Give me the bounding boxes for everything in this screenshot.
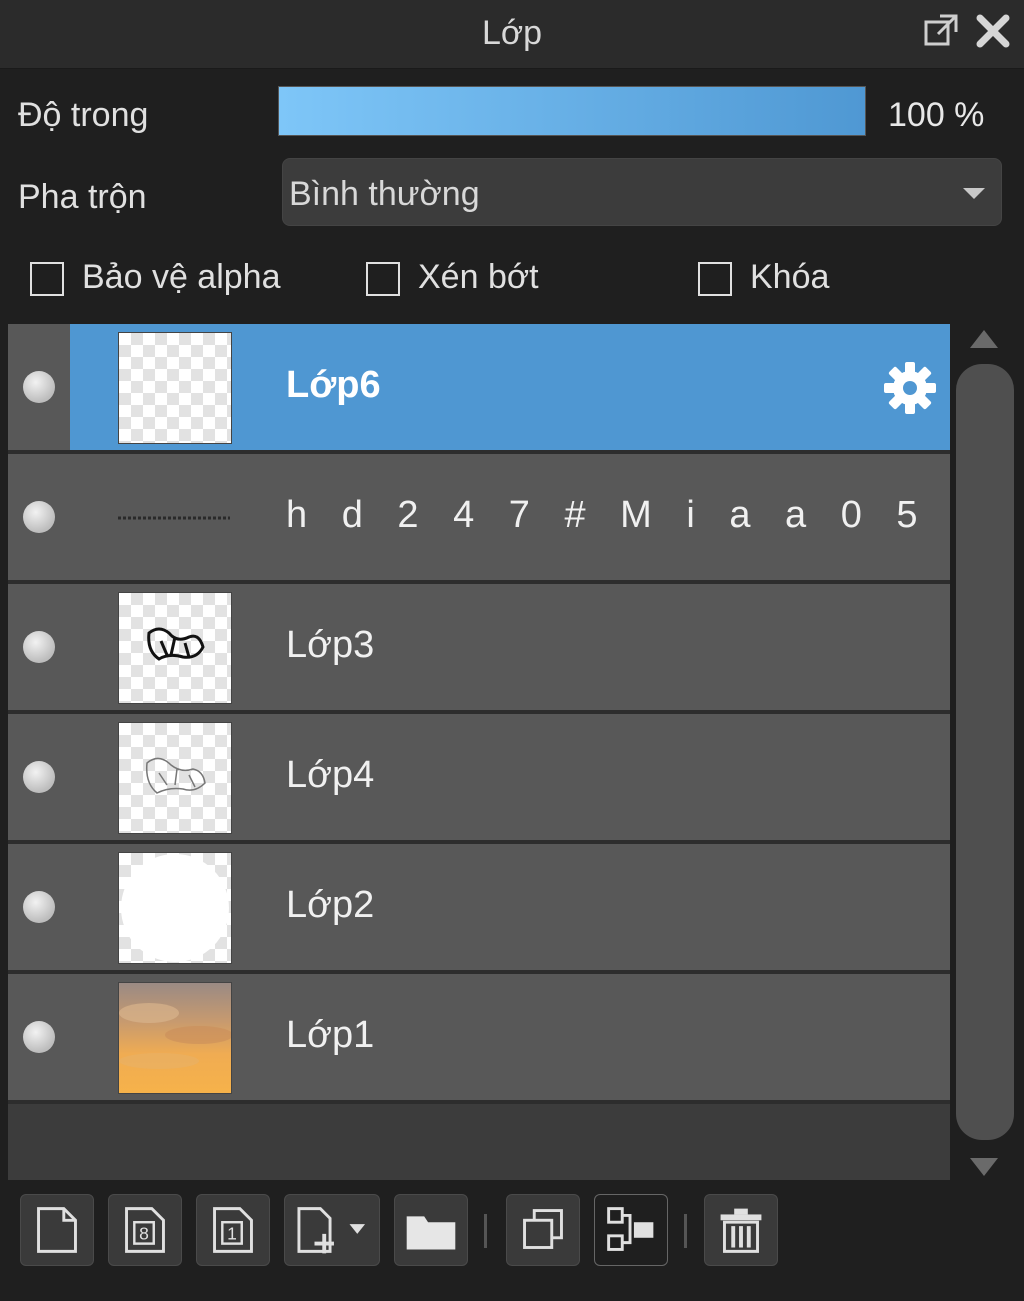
panel-titlebar: Lớp bbox=[0, 0, 1024, 69]
layer-row-main[interactable]: Lớp3 bbox=[70, 584, 950, 710]
new-1bit-layer-icon: 1 bbox=[213, 1207, 253, 1253]
add-layer-menu-icon bbox=[297, 1207, 366, 1254]
duplicate-icon bbox=[523, 1209, 563, 1249]
sketch-icon bbox=[147, 627, 205, 661]
visibility-dot-icon bbox=[23, 371, 55, 403]
layer-thumbnail bbox=[118, 982, 233, 1094]
layer-name: Lớp6 bbox=[286, 364, 381, 406]
sky-clouds-icon bbox=[119, 1003, 233, 1069]
scroll-down-icon[interactable] bbox=[970, 1158, 998, 1176]
delete-layer-button[interactable] bbox=[704, 1194, 778, 1266]
blend-mode-value: Bình thường bbox=[289, 175, 480, 213]
toolbar-separator bbox=[684, 1214, 687, 1248]
layer-row[interactable]: Lớp4 bbox=[8, 714, 950, 844]
layer-row[interactable]: Lớp1 bbox=[8, 974, 950, 1104]
visibility-dot-icon bbox=[23, 891, 55, 923]
visibility-toggle[interactable] bbox=[8, 714, 70, 840]
layer-row-main[interactable]: Lớp4 bbox=[70, 714, 950, 840]
new-8bit-layer-icon: 8 bbox=[125, 1207, 165, 1253]
text-line-icon bbox=[118, 516, 230, 520]
merge-down-button[interactable] bbox=[594, 1194, 668, 1266]
visibility-toggle[interactable] bbox=[8, 974, 70, 1100]
visibility-dot-icon bbox=[23, 501, 55, 533]
layer-name: Lớp4 bbox=[286, 754, 375, 796]
layer-row[interactable]: Lớp3 bbox=[8, 584, 950, 714]
new-layer-icon bbox=[37, 1207, 77, 1253]
close-icon[interactable] bbox=[972, 10, 1014, 52]
visibility-toggle[interactable] bbox=[8, 324, 70, 450]
layer-name: h d 2 4 7 # M i a a 0 5 bbox=[286, 494, 930, 536]
layer-name: Lớp2 bbox=[286, 884, 375, 926]
sketch-icon bbox=[145, 757, 206, 794]
scroll-up-icon[interactable] bbox=[970, 330, 998, 348]
merge-down-icon bbox=[607, 1207, 654, 1251]
layer-thumbnail bbox=[118, 592, 232, 704]
new-layer-button[interactable] bbox=[20, 1194, 94, 1266]
layer-row-main[interactable]: h d 2 4 7 # M i a a 0 5 bbox=[70, 454, 950, 580]
protect-alpha-label: Bảo vệ alpha bbox=[82, 258, 281, 296]
visibility-dot-icon bbox=[23, 1021, 55, 1053]
lock-checkbox[interactable] bbox=[698, 262, 732, 296]
popout-icon[interactable] bbox=[920, 10, 962, 52]
opacity-label: Độ trong bbox=[18, 96, 149, 134]
visibility-toggle[interactable] bbox=[8, 844, 70, 970]
layer-name: Lớp3 bbox=[286, 624, 375, 666]
visibility-dot-icon bbox=[23, 631, 55, 663]
new-8bit-layer-button[interactable]: 8 bbox=[108, 1194, 182, 1266]
layer-row-main[interactable]: Lớp6 bbox=[70, 324, 950, 450]
layer-toolbar: 8 1 bbox=[0, 1182, 1024, 1301]
layer-row[interactable]: h d 2 4 7 # M i a a 0 5 bbox=[8, 454, 950, 584]
new-1bit-layer-button[interactable]: 1 bbox=[196, 1194, 270, 1266]
layer-thumbnail bbox=[118, 722, 232, 834]
gear-icon[interactable] bbox=[880, 358, 940, 418]
layer-list-scrollbar[interactable] bbox=[952, 324, 1020, 1180]
svg-text:1: 1 bbox=[227, 1224, 237, 1244]
layer-list: Lớp6 h d 2 4 7 # M i a a 0 5 Lớp3 Lớp4 L… bbox=[8, 324, 950, 1180]
opacity-value: 100 % bbox=[888, 96, 985, 134]
layer-row-main[interactable]: Lớp1 bbox=[70, 974, 950, 1100]
white-circle-icon bbox=[121, 854, 229, 962]
add-layer-menu-button[interactable] bbox=[284, 1194, 380, 1266]
clipping-label: Xén bớt bbox=[418, 258, 539, 296]
chevron-down-icon bbox=[963, 188, 985, 199]
duplicate-layer-button[interactable] bbox=[506, 1194, 580, 1266]
layer-row-main[interactable]: Lớp2 bbox=[70, 844, 950, 970]
lock-label: Khóa bbox=[750, 258, 830, 296]
layer-thumbnail bbox=[118, 332, 232, 444]
svg-text:8: 8 bbox=[139, 1224, 149, 1244]
visibility-toggle[interactable] bbox=[8, 454, 70, 580]
trash-icon bbox=[720, 1208, 762, 1253]
visibility-toggle[interactable] bbox=[8, 584, 70, 710]
toolbar-separator bbox=[484, 1214, 487, 1248]
blend-mode-select[interactable]: Bình thường bbox=[282, 158, 1002, 226]
blend-label: Pha trộn bbox=[18, 178, 147, 216]
layer-thumbnail bbox=[118, 462, 230, 572]
layer-row[interactable]: Lớp6 bbox=[8, 324, 950, 454]
protect-alpha-checkbox[interactable] bbox=[30, 262, 64, 296]
layer-row[interactable]: Lớp2 bbox=[8, 844, 950, 974]
scroll-thumb[interactable] bbox=[956, 364, 1014, 1140]
layer-thumbnail bbox=[118, 852, 232, 964]
opacity-slider-fill bbox=[279, 87, 865, 135]
panel-title: Lớp bbox=[481, 14, 543, 52]
folder-icon bbox=[406, 1216, 456, 1250]
visibility-dot-icon bbox=[23, 761, 55, 793]
layer-name: Lớp1 bbox=[286, 1014, 375, 1056]
opacity-slider[interactable] bbox=[278, 86, 866, 136]
clipping-checkbox[interactable] bbox=[366, 262, 400, 296]
new-folder-button[interactable] bbox=[394, 1194, 468, 1266]
